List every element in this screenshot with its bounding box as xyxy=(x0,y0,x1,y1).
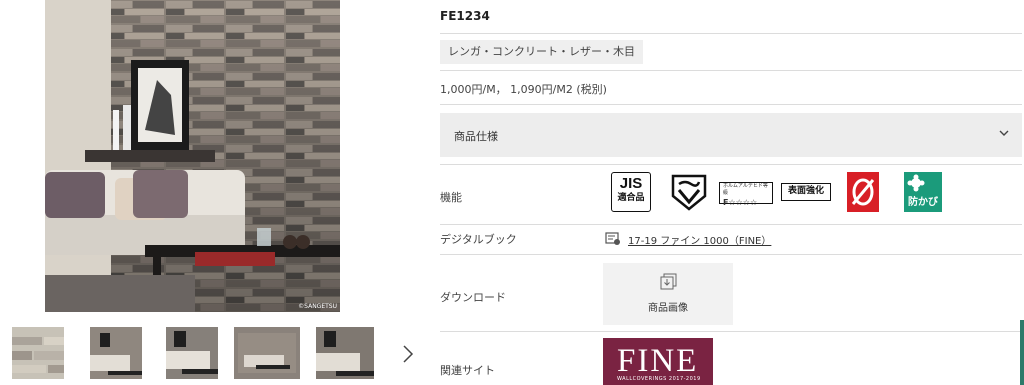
download-button-label: 商品画像 xyxy=(648,303,688,314)
category-tag: レンガ・コンクリート・レザー・木目 xyxy=(440,40,643,64)
spec-accordion-label: 商品仕様 xyxy=(454,130,498,143)
digital-book-link-text[interactable]: 17-19 ファイン 1000（FINE） xyxy=(628,232,771,247)
fine-logo-text: FINE xyxy=(617,343,699,379)
thumbnail-1[interactable] xyxy=(12,327,64,379)
photo-copyright: ©SANGETSU xyxy=(298,303,337,310)
divider xyxy=(440,224,1022,225)
product-code: FE1234 xyxy=(440,9,490,23)
related-sites-label: 関連サイト xyxy=(440,364,495,377)
chevron-down-icon xyxy=(999,130,1009,136)
thumbnail-5[interactable] xyxy=(316,327,374,379)
digital-book-label: デジタルブック xyxy=(440,233,517,246)
thumbnail-4[interactable] xyxy=(234,327,300,379)
divider xyxy=(440,70,1022,71)
divider xyxy=(440,164,1022,165)
formaldehyde-grade-icon: ホルムアルデヒド等級 F☆☆☆☆ xyxy=(719,182,773,207)
download-label: ダウンロード xyxy=(440,291,506,304)
download-icon xyxy=(660,273,677,290)
chevron-right-icon xyxy=(403,345,414,363)
divider xyxy=(440,331,1022,332)
fine-catalog-link[interactable]: FINE WALLCOVERINGS 2017-2019 xyxy=(603,338,713,385)
main-product-photo[interactable]: ©SANGETSU xyxy=(45,0,340,312)
product-details: FE1234 レンガ・コンクリート・レザー・木目 1,000円/M， 1,090… xyxy=(440,0,1022,385)
jis-icon: JIS 適合品 xyxy=(611,172,651,212)
fire-resistant-icon xyxy=(847,172,879,212)
divider xyxy=(440,33,1022,34)
anti-mold-icon: 防かび xyxy=(904,172,942,212)
product-price: 1,000円/M， 1,090円/M2 (税別) xyxy=(440,83,607,96)
product-gallery: ©SANGETSU xyxy=(0,0,414,385)
thumbnail-strip xyxy=(12,327,414,383)
sv-mark-icon xyxy=(669,172,709,212)
features-label: 機能 xyxy=(440,191,462,204)
book-icon xyxy=(605,232,620,245)
spec-accordion[interactable]: 商品仕様 xyxy=(440,113,1022,157)
fine-logo-subtext: WALLCOVERINGS 2017-2019 xyxy=(617,376,701,382)
scrollbar-edge[interactable] xyxy=(1020,320,1024,385)
divider xyxy=(440,104,1022,105)
divider xyxy=(440,254,1022,255)
thumbnail-3[interactable] xyxy=(166,327,218,379)
thumbnail-2[interactable] xyxy=(90,327,142,379)
surface-reinforced-icon: 表面強化 xyxy=(781,183,831,201)
product-image-download-button[interactable]: 商品画像 xyxy=(603,263,733,325)
thumbnail-next-button[interactable] xyxy=(398,341,418,367)
